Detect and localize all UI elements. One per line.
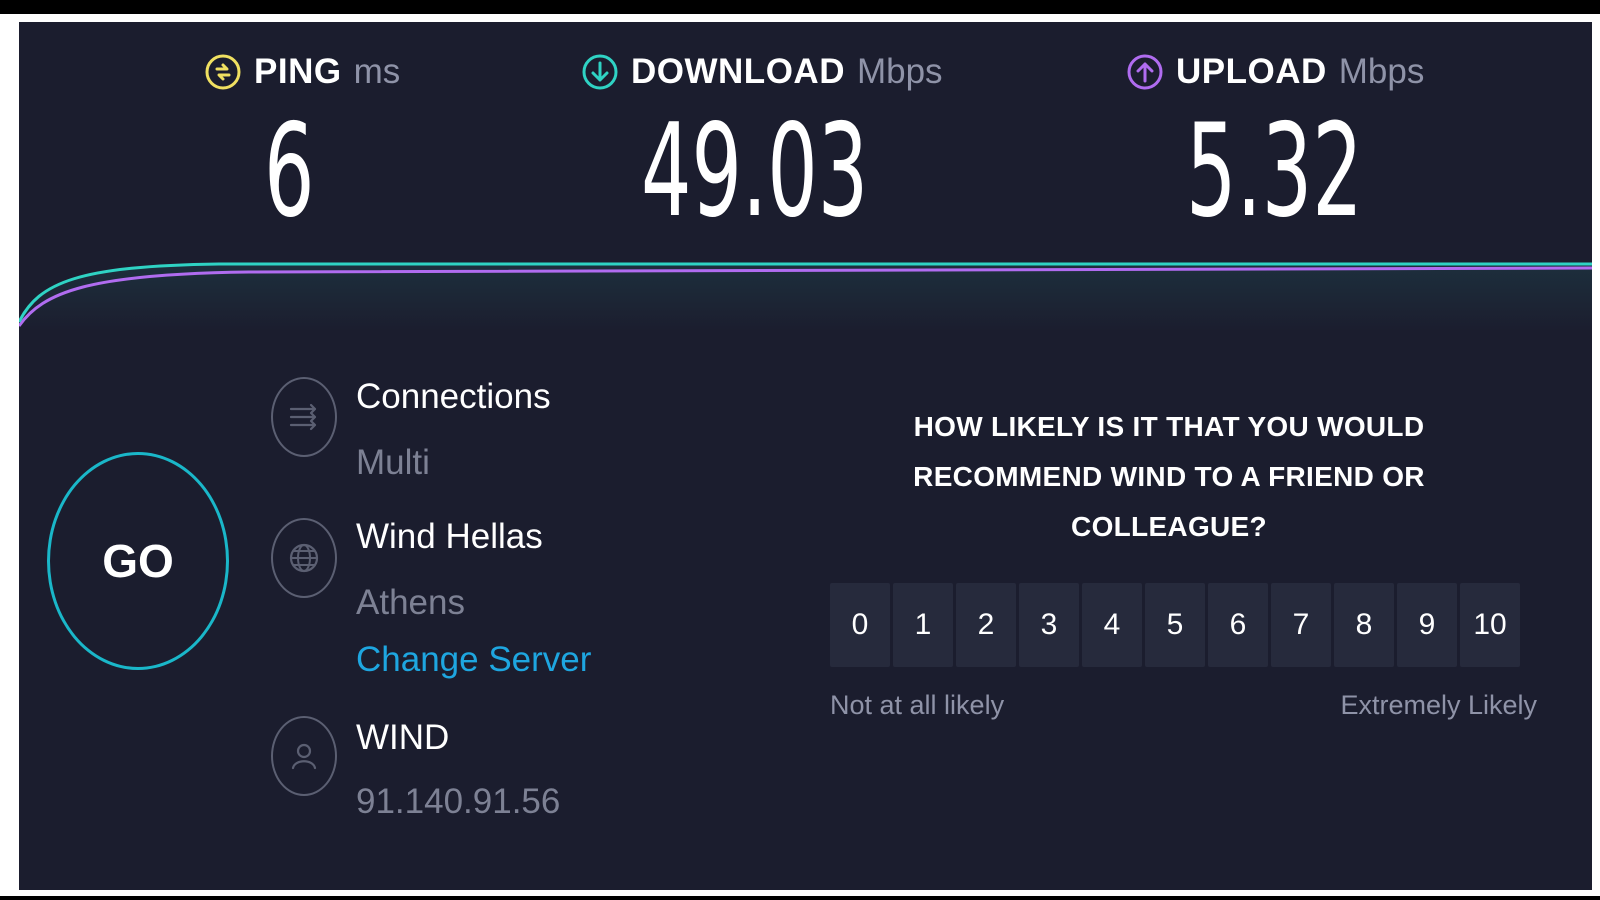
upload-header: UPLOAD Mbps xyxy=(1126,50,1424,94)
server-name: Wind Hellas xyxy=(356,517,543,556)
survey-question-line-1: HOW LIKELY IS IT THAT YOU WOULD xyxy=(913,411,1425,442)
go-button[interactable]: GO xyxy=(47,452,229,670)
scale-high-label: Extremely Likely xyxy=(1340,690,1537,720)
rating-option-0[interactable]: 0 xyxy=(830,583,890,667)
download-metric: DOWNLOAD Mbps 49.03 xyxy=(581,50,943,236)
ping-metric: PING ms 6 xyxy=(204,50,400,236)
scale-low-label: Not at all likely xyxy=(830,690,1005,720)
rating-option-10[interactable]: 10 xyxy=(1460,583,1520,667)
server-location: Athens xyxy=(356,583,465,622)
connections-value: Multi xyxy=(356,443,430,482)
rating-option-4[interactable]: 4 xyxy=(1082,583,1142,667)
rating-scale: 0 1 2 3 4 5 6 7 8 9 10 xyxy=(830,583,1520,667)
ping-header: PING ms xyxy=(204,50,400,94)
download-arrow-icon xyxy=(581,53,619,91)
ping-unit: ms xyxy=(353,52,401,91)
user-icon xyxy=(271,716,337,796)
speedtest-panel: PING ms 6 DOWNLOAD Mbps 49.03 UPLOAD Mbp… xyxy=(19,22,1592,890)
ping-icon xyxy=(204,53,242,91)
download-label: DOWNLOAD xyxy=(631,52,845,91)
ping-label: PING xyxy=(254,52,342,91)
upload-value: 5.32 xyxy=(1186,97,1363,246)
survey-question: HOW LIKELY IS IT THAT YOU WOULD RECOMMEN… xyxy=(879,402,1459,552)
download-value: 49.03 xyxy=(641,97,869,246)
upload-label: UPLOAD xyxy=(1176,52,1327,91)
provider-name: WIND xyxy=(356,718,450,757)
rating-option-2[interactable]: 2 xyxy=(956,583,1016,667)
rating-option-5[interactable]: 5 xyxy=(1145,583,1205,667)
rating-option-7[interactable]: 7 xyxy=(1271,583,1331,667)
provider-ip: 91.140.91.56 xyxy=(356,782,561,821)
upload-arrow-icon xyxy=(1126,53,1164,91)
rating-option-3[interactable]: 3 xyxy=(1019,583,1079,667)
graph-area xyxy=(19,264,1592,332)
rating-option-1[interactable]: 1 xyxy=(893,583,953,667)
change-server-link[interactable]: Change Server xyxy=(356,640,591,680)
globe-icon xyxy=(271,518,337,598)
rating-option-9[interactable]: 9 xyxy=(1397,583,1457,667)
connections-title: Connections xyxy=(356,377,551,416)
ping-value: 6 xyxy=(264,97,315,246)
rating-option-8[interactable]: 8 xyxy=(1334,583,1394,667)
connections-icon xyxy=(271,377,337,457)
download-header: DOWNLOAD Mbps xyxy=(581,50,943,94)
speed-graph xyxy=(19,262,1592,332)
survey-question-line-3: COLLEAGUE? xyxy=(1071,511,1267,542)
download-unit: Mbps xyxy=(856,52,943,91)
bottom-letterbox-bar xyxy=(0,896,1600,900)
upload-metric: UPLOAD Mbps 5.32 xyxy=(1126,50,1424,236)
upload-unit: Mbps xyxy=(1338,52,1425,91)
top-letterbox-bar xyxy=(0,0,1600,14)
survey-question-line-2: RECOMMEND WIND TO A FRIEND OR xyxy=(913,461,1425,492)
rating-option-6[interactable]: 6 xyxy=(1208,583,1268,667)
